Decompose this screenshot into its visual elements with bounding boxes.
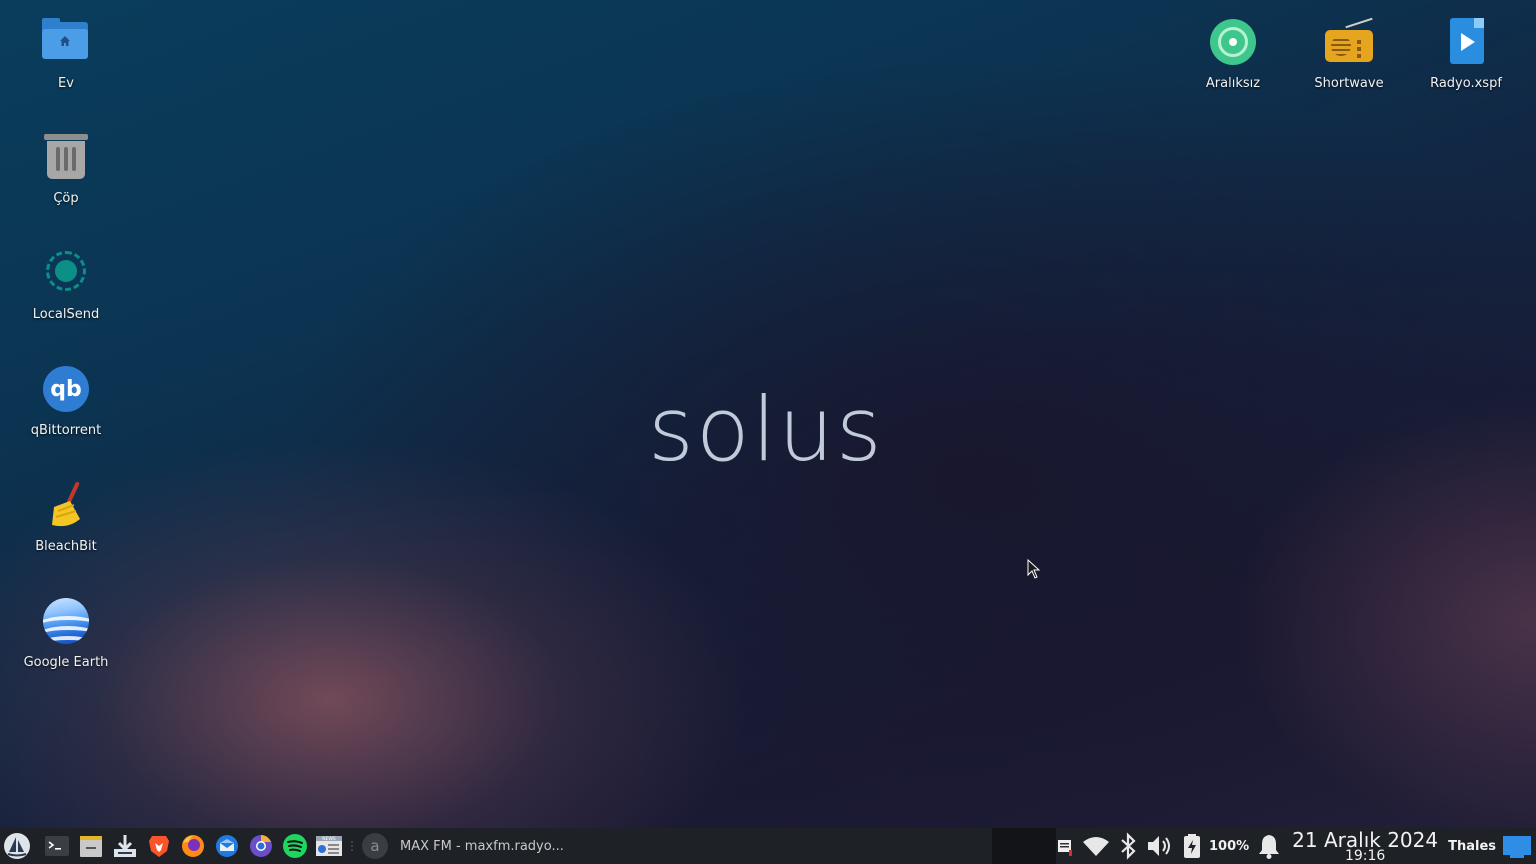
google-earth-icon (40, 595, 92, 647)
clock-date: 21 Aralık 2024 (1292, 827, 1439, 852)
desktop-icon-label: BleachBit (35, 539, 97, 554)
bleachbit-broom-icon (40, 479, 92, 531)
desktop-icon-home[interactable]: Ev (11, 16, 121, 91)
show-desktop-icon (1503, 836, 1531, 858)
desktop-icon-label: Shortwave (1314, 76, 1384, 91)
user-name[interactable]: Thales (1444, 839, 1502, 854)
desktop-icon-label: Aralıksız (1205, 76, 1261, 91)
localsend-icon (40, 247, 92, 299)
firefox-icon (182, 835, 204, 857)
battery-percent: 100% (1209, 838, 1250, 854)
clock-time: 19:16 (1344, 847, 1386, 864)
window-app-icon: a (362, 833, 388, 859)
brave-launcher[interactable] (142, 829, 176, 863)
battery-indicator[interactable]: 100% (1178, 828, 1252, 864)
terminal-icon (45, 836, 69, 856)
chromium-icon (250, 835, 272, 857)
bluetooth-icon (1121, 832, 1136, 860)
files-launcher[interactable] (74, 829, 108, 863)
desktop-icon-araliksiz[interactable]: Aralıksız (1178, 16, 1288, 91)
chromium-launcher[interactable] (244, 829, 278, 863)
desktop-icon-radyo-xspf[interactable]: Radyo.xspf (1411, 16, 1521, 91)
wallpaper-solus-logo: solus (648, 378, 884, 481)
clock[interactable]: 21 Aralık 2024 19:16 (1286, 830, 1444, 863)
firefox-launcher[interactable] (176, 829, 210, 863)
taskbar-spacer (992, 828, 1056, 864)
home-folder-icon (40, 16, 92, 68)
solus-menu-icon (4, 833, 30, 859)
volume-icon (1148, 836, 1170, 856)
battery-charging-icon (1184, 834, 1200, 858)
system-tray: 100% 21 Aralık 2024 19:16 Thales (1052, 828, 1536, 864)
shortwave-radio-icon (1323, 16, 1375, 68)
files-icon (80, 836, 102, 857)
news-launcher[interactable]: NEWS (312, 829, 346, 863)
bluetooth-indicator[interactable] (1114, 828, 1142, 864)
notifications-button[interactable] (1252, 828, 1286, 864)
qbittorrent-icon: qb (40, 363, 92, 415)
bell-icon (1259, 835, 1280, 859)
desktop-icon-trash[interactable]: Çöp (11, 131, 121, 206)
svg-text:NEWS: NEWS (322, 836, 336, 842)
desktop-icon-label: qBittorrent (30, 423, 102, 438)
thunderbird-icon (216, 835, 238, 857)
terminal-launcher[interactable] (40, 829, 74, 863)
trash-icon (40, 131, 92, 183)
downloads-launcher[interactable] (108, 829, 142, 863)
desktop-icon-shortwave[interactable]: Shortwave (1294, 16, 1404, 91)
desktop-icon-label: Google Earth (23, 655, 109, 670)
window-title: MAX FM - maxfm.radyo... (400, 838, 564, 854)
downloads-icon (114, 835, 136, 857)
desktop-icon-label: Ev (58, 76, 74, 91)
show-desktop-button[interactable] (1502, 828, 1536, 864)
desktop-icon-label: Radyo.xspf (1430, 76, 1502, 91)
spotify-icon (283, 834, 307, 858)
desktop-icon-localsend[interactable]: LocalSend (11, 247, 121, 322)
solus-menu-button[interactable] (0, 829, 34, 863)
keyboard-layout-indicator[interactable] (1052, 828, 1078, 864)
desktop-icon-bleachbit[interactable]: BleachBit (11, 479, 121, 554)
desktop-icon-google-earth[interactable]: Google Earth (11, 595, 121, 670)
wifi-icon (1083, 837, 1109, 856)
araliksiz-icon (1207, 16, 1259, 68)
taskbar-separator: ⋮ (346, 839, 358, 853)
desktop-icon-qbittorrent[interactable]: qb qBittorrent (11, 363, 121, 438)
volume-indicator[interactable] (1142, 828, 1178, 864)
keyboard-layout-icon (1058, 840, 1072, 856)
news-icon: NEWS (316, 836, 342, 856)
playlist-file-icon (1440, 16, 1492, 68)
brave-icon (149, 836, 169, 857)
desktop-icon-label: Çöp (53, 191, 79, 206)
thunderbird-launcher[interactable] (210, 829, 244, 863)
taskbar-window-max-fm[interactable]: a MAX FM - maxfm.radyo... (356, 829, 956, 863)
desktop-icon-label: LocalSend (32, 307, 100, 322)
spotify-launcher[interactable] (278, 829, 312, 863)
wifi-indicator[interactable] (1078, 828, 1114, 864)
